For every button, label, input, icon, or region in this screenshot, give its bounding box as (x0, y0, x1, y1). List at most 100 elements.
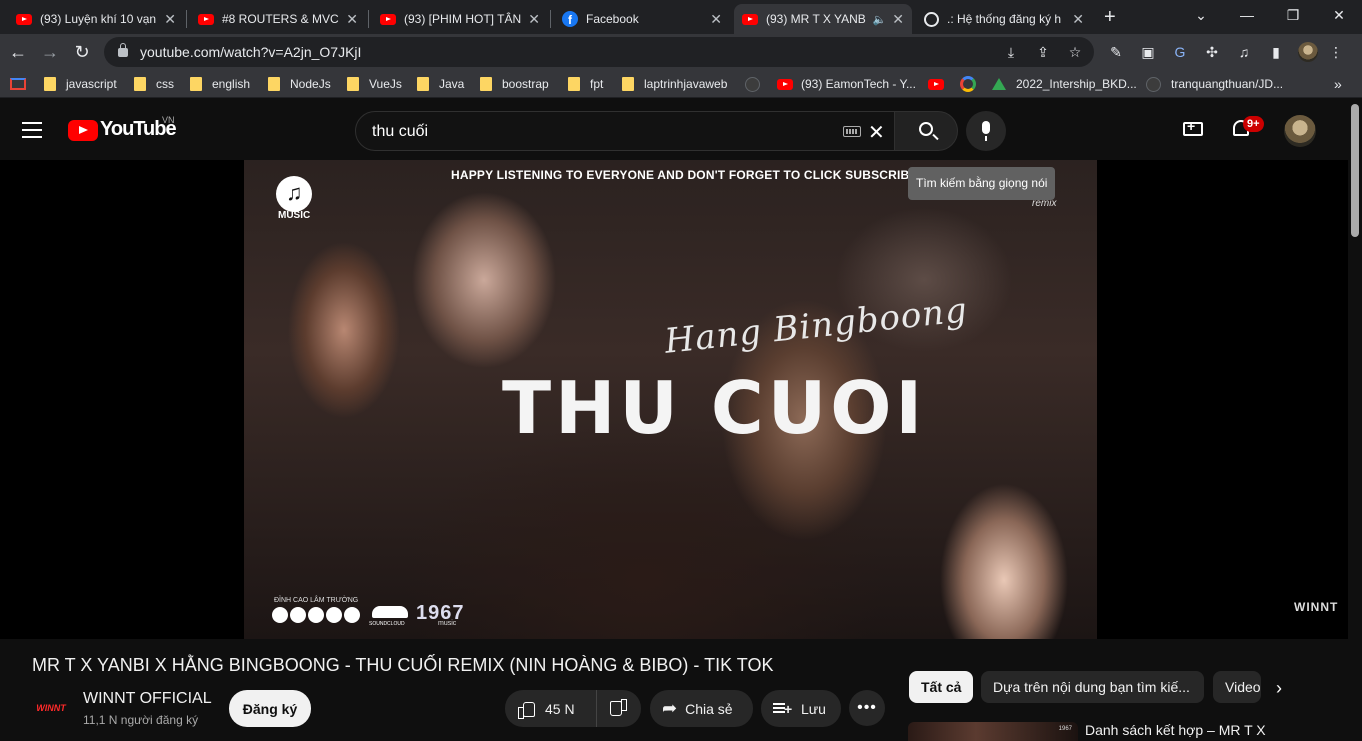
back-arrow-icon[interactable]: ← (4, 38, 32, 66)
tab-5-active[interactable]: (93) MR T X YANB 🔈 ✕ (734, 4, 912, 34)
bookmark-laptrinhjavaweb[interactable]: laptrinhjavaweb (622, 75, 727, 93)
tab-4[interactable]: f Facebook ✕ (554, 4, 730, 34)
share-page-icon[interactable]: ⇪ (1034, 43, 1052, 61)
folder-icon (44, 77, 56, 91)
tab-divider (368, 10, 369, 28)
bookmark-english[interactable]: english (190, 75, 250, 93)
chip-video[interactable]: Video (1213, 671, 1261, 703)
new-tab-button[interactable]: + (1104, 6, 1116, 29)
bookmark-fpt[interactable]: fpt (568, 75, 603, 93)
account-avatar[interactable] (1284, 115, 1316, 147)
speaker-icon[interactable]: 🔈 (873, 13, 887, 26)
minimize-button[interactable]: — (1224, 0, 1270, 30)
voice-search-button[interactable] (966, 111, 1006, 151)
recommendation-title[interactable]: Danh sách kết hợp – MR T X (1085, 722, 1266, 738)
translate-extension-icon[interactable]: G (1170, 42, 1190, 62)
dislike-button[interactable] (597, 690, 641, 727)
search-button[interactable] (894, 111, 958, 151)
region-label: VN (162, 115, 175, 125)
page-scrollbar[interactable] (1348, 98, 1362, 741)
bookmark-github-repo[interactable]: tranquangthuan/JD... (1146, 75, 1283, 93)
bookmark-java[interactable]: Java (417, 75, 464, 93)
bookmark-boostrap[interactable]: boostrap (480, 75, 549, 93)
puzzle-extensions-icon[interactable]: ✣ (1202, 42, 1222, 62)
brand-sub-label: music (438, 620, 457, 627)
folder-icon (622, 77, 634, 91)
close-icon[interactable]: ✕ (892, 11, 904, 28)
save-button[interactable]: Lưu (761, 690, 841, 727)
install-icon[interactable]: ⤓ (1002, 43, 1020, 61)
youtube-icon (308, 607, 324, 623)
address-url[interactable]: youtube.com/watch?v=A2jn_O7JKjI (140, 44, 361, 60)
close-icon[interactable]: ✕ (164, 11, 176, 28)
channel-name[interactable]: WINNT OFFICIAL (83, 690, 212, 708)
more-actions-button[interactable]: ••• (849, 690, 885, 726)
star-icon[interactable]: ☆ (1066, 43, 1084, 61)
bookmark-google[interactable] (960, 75, 976, 93)
reload-icon[interactable]: ↻ (68, 38, 96, 66)
youtube-icon (380, 13, 396, 25)
share-button[interactable]: ➦ Chia sẻ (650, 690, 753, 727)
globe-icon (924, 11, 939, 27)
tab-3[interactable]: (93) [PHIM HOT] TÂN ✕ (372, 4, 548, 34)
tab-title: .: Hệ thống đăng ký h (947, 12, 1062, 26)
thumbs-up-icon (517, 700, 535, 719)
google-icon (960, 76, 976, 92)
bookmark-javascript[interactable]: javascript (44, 75, 117, 93)
lock-icon[interactable] (118, 42, 128, 57)
address-bar[interactable]: youtube.com/watch?v=A2jn_O7JKjI ⤓ ⇪ ☆ (104, 37, 1094, 67)
bookmark-eamontech[interactable]: (93) EamonTech - Y... (777, 75, 916, 93)
bookmark-label: 2022_Intership_BKD... (1016, 77, 1137, 91)
bookmark-nodejs[interactable]: NodeJs (268, 75, 331, 93)
bookmark-label: NodeJs (290, 77, 331, 91)
chip-based-on-search[interactable]: Dựa trên nội dung bạn tìm kiế... (981, 671, 1204, 703)
like-button[interactable]: 45 N (505, 690, 597, 727)
chip-all[interactable]: Tất cả (909, 671, 974, 703)
scrollbar-thumb[interactable] (1351, 104, 1359, 237)
folder-icon (268, 77, 280, 91)
facebook-icon: f (562, 11, 578, 27)
tab-2[interactable]: #8 ROUTERS & MVC D ✕ (190, 4, 366, 34)
gmail-icon (10, 78, 26, 90)
bookmark-youtube[interactable] (928, 75, 944, 93)
save-label: Lưu (801, 700, 826, 717)
folder-icon (347, 77, 359, 91)
bookmarks-overflow-button[interactable]: » (1334, 75, 1342, 93)
close-icon[interactable]: ✕ (710, 11, 722, 28)
youtube-logo-icon[interactable] (68, 120, 98, 141)
bookmark-github[interactable] (745, 75, 770, 93)
bookmark-vuejs[interactable]: VueJs (347, 75, 402, 93)
bookmark-drive[interactable]: 2022_Intership_BKD... (992, 75, 1137, 93)
channel-avatar[interactable]: WINNT (33, 693, 69, 723)
close-icon[interactable]: ✕ (346, 11, 358, 28)
tab-search-icon[interactable]: ⌄ (1178, 0, 1224, 30)
tab-6[interactable]: .: Hệ thống đăng ký h ✕ (916, 4, 1092, 34)
pen-extension-icon[interactable]: ✎ (1106, 42, 1126, 62)
side-panel-icon[interactable]: ▮ (1266, 42, 1286, 62)
media-control-icon[interactable]: ♫ (1234, 42, 1254, 62)
profile-avatar[interactable] (1298, 42, 1318, 62)
clear-search-icon[interactable]: ✕ (868, 120, 885, 145)
close-icon[interactable]: ✕ (528, 11, 540, 28)
keyboard-icon[interactable] (843, 126, 861, 137)
bookmark-gmail[interactable] (10, 75, 26, 93)
menu-kebab-icon[interactable]: ⋮ (1326, 42, 1346, 62)
forward-arrow-icon[interactable]: → (36, 38, 64, 66)
lens-extension-icon[interactable]: ▣ (1138, 42, 1158, 62)
tab-1[interactable]: (93) Luyện khí 10 vạn n ✕ (8, 4, 184, 34)
channel-watermark[interactable]: WINNT (1294, 600, 1338, 614)
video-player[interactable]: HAPPY LISTENING TO EVERYONE AND DON'T FO… (244, 160, 1097, 639)
window-close-button[interactable]: ✕ (1316, 0, 1362, 30)
close-icon[interactable]: ✕ (1072, 11, 1084, 28)
subscribe-button[interactable]: Đăng ký (229, 690, 311, 727)
tab-divider (186, 10, 187, 28)
create-video-icon[interactable] (1183, 118, 1203, 136)
search-input[interactable] (372, 122, 832, 142)
restore-button[interactable]: ❐ (1270, 0, 1316, 30)
subscriber-count: 11,1 N người đăng ký (83, 713, 199, 727)
recommendation-thumbnail[interactable]: 1967 (908, 722, 1078, 741)
chevron-right-icon[interactable]: › (1276, 678, 1282, 699)
menu-icon[interactable] (22, 122, 42, 143)
bookmark-css[interactable]: css (134, 75, 174, 93)
folder-icon (417, 77, 429, 91)
